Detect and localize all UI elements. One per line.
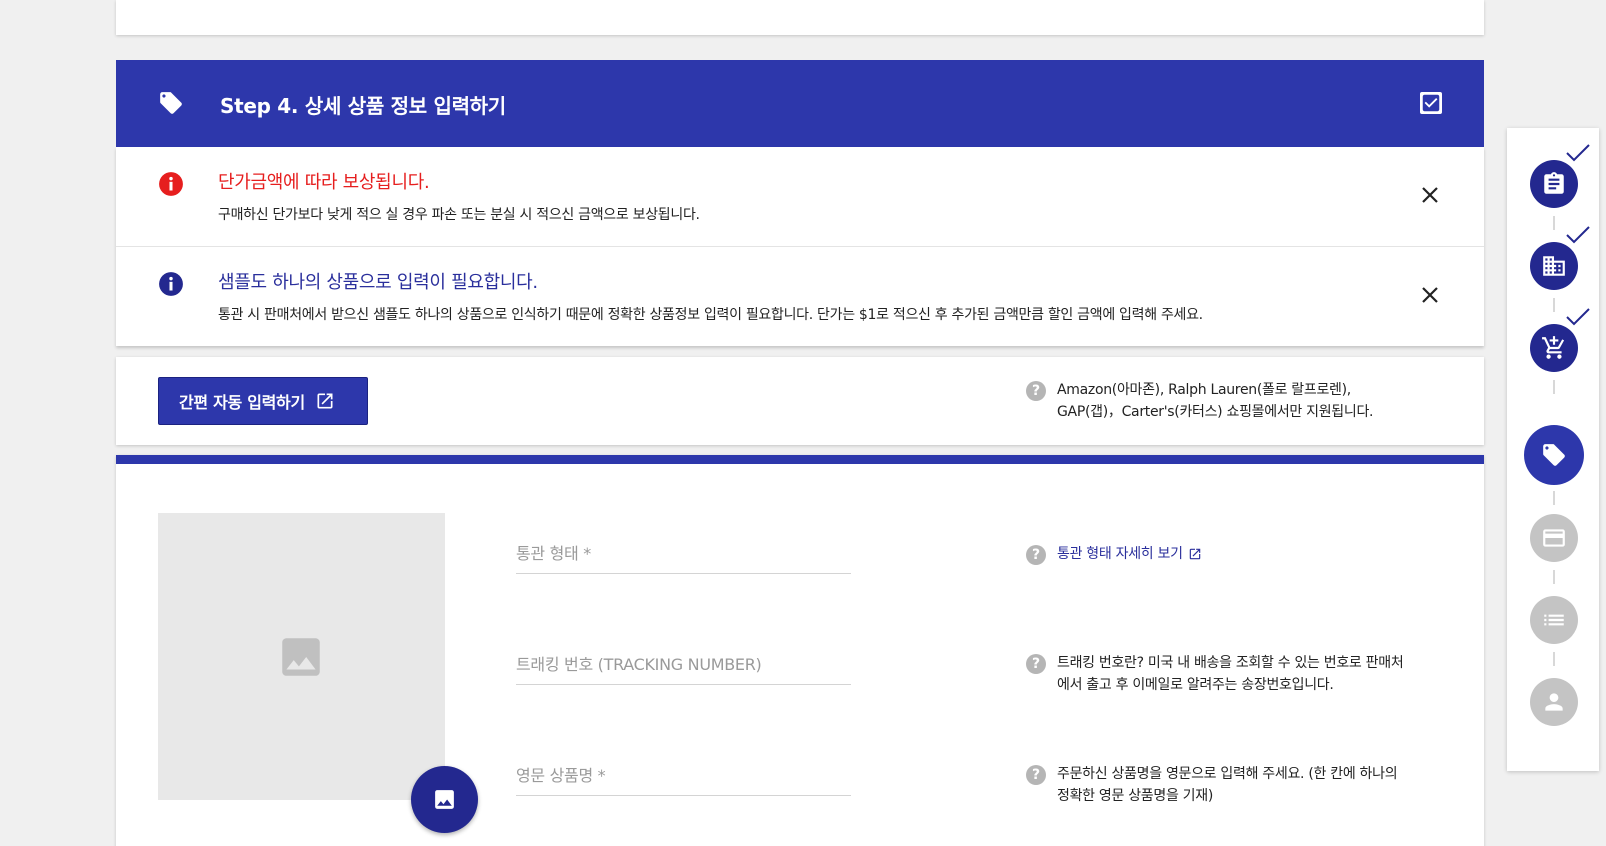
list-icon [1544,614,1564,626]
info-icon [159,272,183,296]
progress-connector [1553,652,1555,666]
image-placeholder-icon [282,638,320,676]
close-icon[interactable] [1418,283,1442,307]
notice-title: 샘플도 하나의 상품으로 입력이 필요합니다. [218,272,538,293]
help-icon: ? [1026,654,1046,674]
auto-input-label: 간편 자동 입력하기 [179,393,305,412]
notice-description: 통관 시 판매처에서 받으신 샘플도 하나의 상품으로 인식하기 때문에 정확한… [218,307,1203,323]
notice-title: 단가금액에 따라 보상됩니다. [218,172,430,193]
tracking-number-input[interactable] [516,645,851,684]
auto-input-button[interactable]: 간편 자동 입력하기 [158,377,368,425]
step-title: Step 4. 상세 상품 정보 입력하기 [220,94,506,118]
help-icon: ? [1026,765,1046,785]
progress-step-user[interactable] [1530,678,1578,726]
customs-type-detail-link[interactable]: 통관 형태 자세히 보기 [1057,543,1202,565]
credit-card-icon [1543,529,1565,547]
tag-icon [1543,444,1565,466]
upload-image-button[interactable] [411,766,478,833]
check-icon [1566,308,1590,326]
help-icon: ? [1026,381,1046,401]
progress-rail [1507,128,1599,771]
building-icon [1543,256,1565,276]
notices-panel: 단가금액에 따라 보상됩니다. 구매하신 단가보다 낮게 적으 실 경우 파손 … [116,147,1484,346]
close-icon[interactable] [1418,183,1442,207]
progress-connector [1553,570,1555,584]
auto-input-card: 간편 자동 입력하기 ? Amazon(아마존), Ralph Lauren(폴… [116,357,1484,445]
form-accent-bar [116,455,1484,464]
notice-sample: 샘플도 하나의 상품으로 입력이 필요합니다. 통관 시 판매처에서 받으신 샘… [116,246,1484,345]
cart-add-icon [1542,336,1565,359]
clipboard-icon [1544,172,1564,194]
checkbox-checked-icon [1422,94,1440,112]
progress-step-review[interactable] [1530,596,1578,644]
help-text-line: 에서 출고 후 이메일로 알려주는 송장번호입니다. [1057,677,1334,693]
progress-step-order[interactable] [1530,160,1578,208]
help-text-line: Amazon(아마존), Ralph Lauren(폴로 랄프로렌), [1057,382,1351,398]
customs-type-help: ? 통관 형태 자세히 보기 [1026,543,1202,565]
customs-type-field[interactable] [516,534,851,574]
auto-input-help: ? Amazon(아마존), Ralph Lauren(폴로 랄프로렌), GA… [1026,379,1373,423]
product-form-card: ? 통관 형태 자세히 보기 ? 트래킹 번호란? 미국 내 배송을 조회할 수… [116,455,1484,846]
external-link-icon [1189,548,1200,560]
progress-connector [1553,298,1555,312]
tracking-number-field[interactable] [516,645,851,685]
product-name-input[interactable] [516,756,851,795]
progress-step-payment[interactable] [1530,514,1578,562]
progress-connector [1553,491,1555,505]
step-header: Step 4. 상세 상품 정보 입력하기 [116,60,1484,147]
progress-connector [1553,380,1555,394]
notice-description: 구매하신 단가보다 낮게 적으 실 경우 파손 또는 분실 시 적으신 금액으로… [218,207,700,223]
external-link-icon [317,393,333,409]
notice-compensation: 단가금액에 따라 보상됩니다. 구매하신 단가보다 낮게 적으 실 경우 파손 … [116,147,1484,246]
help-text-line: GAP(갭)，Carter's(카터스) 쇼핑몰에서만 지원됩니다. [1057,404,1374,420]
image-icon [435,790,454,809]
progress-step-product-info[interactable] [1524,425,1584,485]
customs-type-input[interactable] [516,534,851,573]
person-icon [1545,693,1563,711]
help-text-line: 트래킹 번호란? 미국 내 배송을 조회할 수 있는 번호로 판매처 [1057,655,1404,671]
help-icon: ? [1026,545,1046,565]
tracking-number-help: ? 트래킹 번호란? 미국 내 배송을 조회할 수 있는 번호로 판매처 에서 … [1026,652,1404,696]
product-name-help: ? 주문하신 상품명을 영문으로 입력해 주세요. (한 칸에 하나의 정확한 … [1026,763,1398,807]
progress-step-cart[interactable] [1530,324,1578,372]
check-icon [1566,144,1590,162]
product-image-placeholder [158,513,445,800]
help-text-line: 정확한 영문 상품명을 기재) [1057,788,1213,804]
progress-step-warehouse[interactable] [1530,242,1578,290]
step-complete-checkbox[interactable] [1420,92,1442,114]
check-icon [1566,226,1590,244]
help-text-line: 주문하신 상품명을 영문으로 입력해 주세요. (한 칸에 하나의 [1057,766,1398,782]
progress-connector [1553,216,1555,230]
previous-step-card [116,0,1484,35]
error-info-icon [159,172,183,196]
tag-icon [160,92,182,114]
product-name-field[interactable] [516,756,851,796]
